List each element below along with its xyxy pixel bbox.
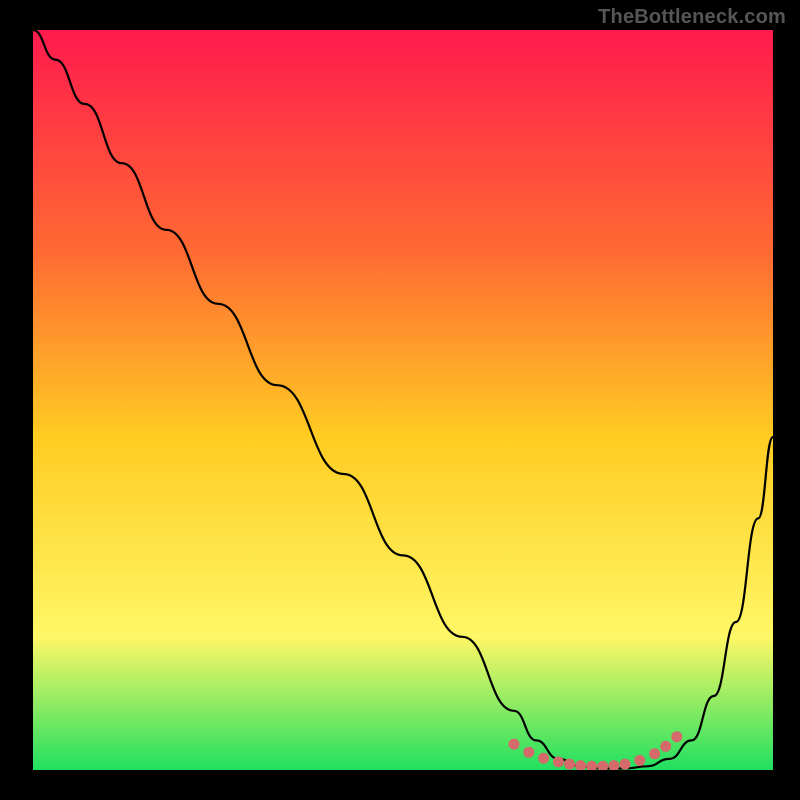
gradient-background: [33, 30, 773, 770]
marker-dot: [586, 761, 597, 772]
marker-dot: [671, 731, 682, 742]
marker-dot: [620, 759, 631, 770]
bottleneck-plot: [0, 0, 800, 800]
watermark-text: TheBottleneck.com: [598, 6, 786, 29]
marker-dot: [509, 739, 520, 750]
marker-dot: [634, 755, 645, 766]
marker-dot: [553, 756, 564, 767]
marker-dot: [608, 760, 619, 771]
marker-dot: [597, 761, 608, 772]
marker-dot: [575, 760, 586, 771]
marker-dot: [649, 748, 660, 759]
marker-dot: [660, 741, 671, 752]
marker-dot: [523, 747, 534, 758]
marker-dot: [538, 753, 549, 764]
chart-frame: TheBottleneck.com: [0, 0, 800, 800]
marker-dot: [564, 759, 575, 770]
